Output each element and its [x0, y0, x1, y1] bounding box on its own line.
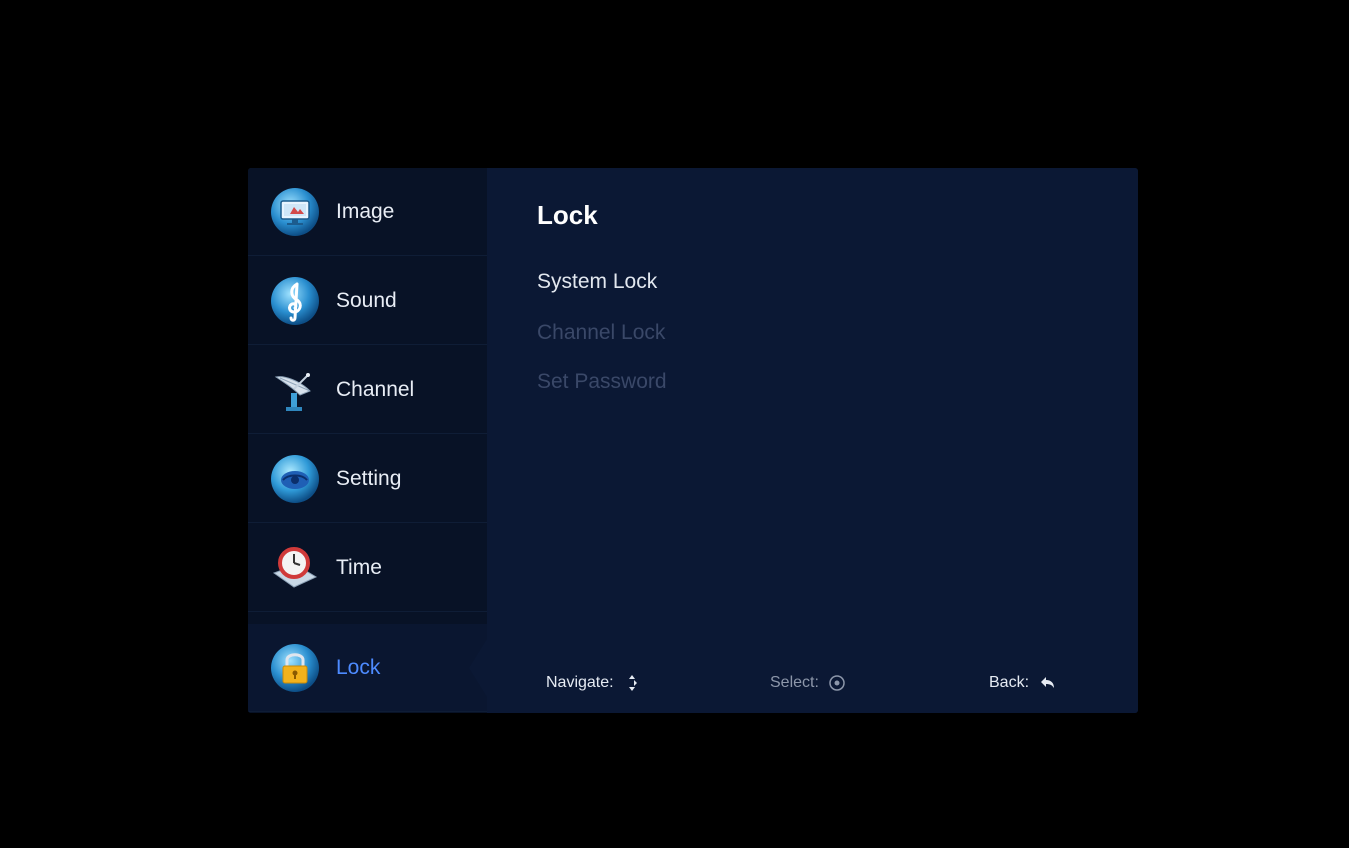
sidebar-item-label: Sound [336, 288, 397, 312]
sidebar-item-sound[interactable]: Sound [248, 257, 487, 345]
sidebar-item-label: Image [336, 199, 395, 223]
lock-submenu: Lock System Lock Channel Lock Set Passwo… [487, 168, 1138, 713]
settings-globe-icon [270, 454, 320, 504]
treble-clef-icon [270, 276, 320, 326]
sidebar-item-label: Lock [336, 655, 381, 679]
back-hint: Back: [989, 673, 1057, 693]
ok-button-icon [827, 673, 847, 693]
channel-lock-option[interactable]: Channel Lock [537, 321, 665, 345]
select-hint: Select: [770, 673, 847, 693]
sidebar-item-channel[interactable]: Channel [248, 346, 487, 434]
tv-screen: Image Sound Channel Setting Time Lock Lo… [8, 10, 1349, 848]
selection-indicator [469, 639, 487, 697]
padlock-icon [270, 643, 320, 693]
page-title: Lock [537, 200, 598, 230]
sidebar-item-label: Time [336, 555, 382, 579]
set-password-option[interactable]: Set Password [537, 370, 667, 394]
navigate-hint-label: Navigate: [546, 674, 614, 691]
clock-icon [270, 543, 320, 593]
back-arrow-icon [1037, 673, 1057, 693]
menu-sidebar: Image Sound Channel Setting Time Lock [248, 168, 487, 713]
sidebar-item-label: Setting [336, 466, 402, 490]
settings-menu-panel: Image Sound Channel Setting Time Lock Lo… [248, 168, 1138, 713]
satellite-dish-icon [270, 365, 320, 415]
monitor-icon [270, 187, 320, 237]
select-hint-label: Select: [770, 674, 819, 691]
sidebar-item-setting[interactable]: Setting [248, 435, 487, 523]
system-lock-option[interactable]: System Lock [537, 270, 657, 294]
sidebar-item-time[interactable]: Time [248, 524, 487, 612]
sidebar-item-image[interactable]: Image [248, 168, 487, 256]
dpad-arrows-icon [622, 673, 642, 693]
sidebar-item-label: Channel [336, 377, 415, 401]
navigate-hint: Navigate: [546, 673, 642, 693]
sidebar-item-lock[interactable]: Lock [248, 624, 487, 712]
button-hints-bar: Navigate: Select: Back: [487, 673, 1138, 703]
back-hint-label: Back: [989, 674, 1030, 691]
